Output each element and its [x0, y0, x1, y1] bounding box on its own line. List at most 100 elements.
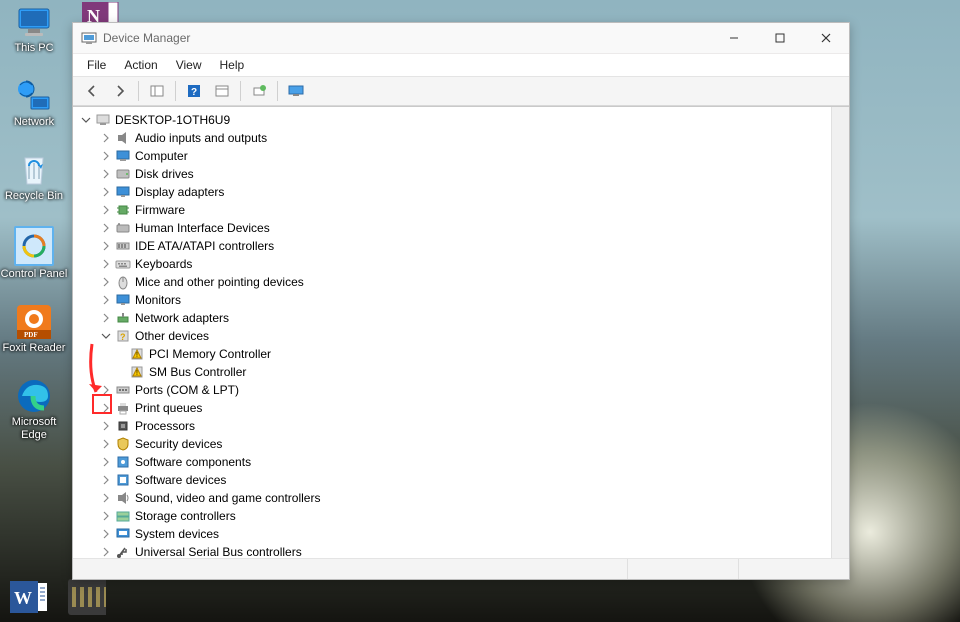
tree-category[interactable]: Software components — [79, 453, 849, 471]
desktop-icon-control-panel[interactable]: Control Panel — [0, 226, 68, 280]
monitor-button[interactable] — [283, 79, 309, 103]
minimize-button[interactable] — [711, 23, 757, 53]
statusbar-cell — [738, 559, 849, 579]
mouse-icon — [115, 274, 131, 290]
expand-icon[interactable] — [99, 473, 113, 487]
desktop-icon-recycle-bin[interactable]: Recycle Bin — [0, 152, 68, 202]
device-manager-window: Device Manager File Action View Help — [72, 22, 850, 580]
tree-device[interactable]: !SM Bus Controller — [79, 363, 849, 381]
tree-category-label: Storage controllers — [135, 509, 236, 523]
expand-icon[interactable] — [99, 293, 113, 307]
scrollbar[interactable] — [831, 107, 849, 558]
desktop-icon-label: This PC — [14, 42, 53, 54]
titlebar[interactable]: Device Manager — [73, 23, 849, 54]
statusbar-cell — [627, 559, 738, 579]
tree-category[interactable]: Firmware — [79, 201, 849, 219]
desktop-icon-foxit[interactable]: PDF Foxit Reader — [0, 304, 68, 354]
maximize-button[interactable] — [757, 23, 803, 53]
monitor-icon — [16, 4, 52, 40]
tree-category[interactable]: Print queues — [79, 399, 849, 417]
tree-category-label: Sound, video and game controllers — [135, 491, 320, 505]
tree-category-label: Ports (COM & LPT) — [135, 383, 239, 397]
help-button[interactable]: ? — [181, 79, 207, 103]
tree-device[interactable]: !PCI Memory Controller — [79, 345, 849, 363]
expand-icon[interactable] — [99, 491, 113, 505]
svg-text:PDF: PDF — [24, 331, 38, 339]
expand-icon[interactable] — [99, 419, 113, 433]
expand-icon[interactable] — [99, 149, 113, 163]
tree-category[interactable]: Storage controllers — [79, 507, 849, 525]
wot-icon[interactable] — [68, 578, 106, 616]
desktop-icon-network[interactable]: Network — [0, 78, 68, 128]
tree-root[interactable]: DESKTOP-1OTH6U9 — [79, 111, 849, 129]
tree-category-label: Audio inputs and outputs — [135, 131, 267, 145]
expand-icon[interactable] — [99, 167, 113, 181]
desktop-icon-edge[interactable]: Microsoft Edge — [0, 378, 68, 440]
menu-view[interactable]: View — [168, 56, 210, 74]
tree-category[interactable]: Display adapters — [79, 183, 849, 201]
tree-category[interactable]: Universal Serial Bus controllers — [79, 543, 849, 558]
svg-text:W: W — [14, 588, 32, 608]
tree-category[interactable]: Network adapters — [79, 309, 849, 327]
expand-icon[interactable] — [99, 131, 113, 145]
expand-icon[interactable] — [99, 383, 113, 397]
expand-icon[interactable] — [99, 437, 113, 451]
tree-category[interactable]: Human Interface Devices — [79, 219, 849, 237]
tree-category[interactable]: ?Other devices — [79, 327, 849, 345]
expand-icon[interactable] — [99, 221, 113, 235]
sound-icon — [115, 490, 131, 506]
tree-category[interactable]: IDE ATA/ATAPI controllers — [79, 237, 849, 255]
expand-icon[interactable] — [99, 527, 113, 541]
tree-category[interactable]: Computer — [79, 147, 849, 165]
device-tree[interactable]: DESKTOP-1OTH6U9 Audio inputs and outputs C… — [73, 107, 849, 558]
tree-category[interactable]: Processors — [79, 417, 849, 435]
expand-icon[interactable] — [99, 455, 113, 469]
tree-category[interactable]: Keyboards — [79, 255, 849, 273]
tree-device-label: PCI Memory Controller — [149, 347, 271, 361]
expand-icon[interactable] — [99, 185, 113, 199]
expand-icon[interactable] — [99, 545, 113, 558]
tree-category-label: Disk drives — [135, 167, 194, 181]
expand-icon[interactable] — [99, 509, 113, 523]
desktop-icon-label: Foxit Reader — [3, 342, 66, 354]
tree-device-label: SM Bus Controller — [149, 365, 246, 379]
menu-help[interactable]: Help — [212, 56, 253, 74]
collapse-icon[interactable] — [99, 329, 113, 343]
expand-icon[interactable] — [99, 257, 113, 271]
tree-category[interactable]: Ports (COM & LPT) — [79, 381, 849, 399]
expand-icon[interactable] — [99, 275, 113, 289]
tree-category[interactable]: Sound, video and game controllers — [79, 489, 849, 507]
back-button[interactable] — [79, 79, 105, 103]
show-hide-tree-button[interactable] — [144, 79, 170, 103]
forward-button[interactable] — [107, 79, 133, 103]
toolbar-separator — [175, 81, 176, 101]
tree-category[interactable]: Software devices — [79, 471, 849, 489]
computer-icon — [95, 112, 111, 128]
edge-icon — [16, 378, 52, 414]
tree-category[interactable]: Disk drives — [79, 165, 849, 183]
properties-button[interactable] — [209, 79, 235, 103]
cpu-icon — [115, 418, 131, 434]
toolbar-separator — [277, 81, 278, 101]
expand-icon[interactable] — [99, 239, 113, 253]
tree-category[interactable]: Audio inputs and outputs — [79, 129, 849, 147]
scan-hardware-button[interactable] — [246, 79, 272, 103]
tree-category[interactable]: Security devices — [79, 435, 849, 453]
expand-icon[interactable] — [99, 203, 113, 217]
menu-file[interactable]: File — [79, 56, 114, 74]
usb-icon — [115, 544, 131, 558]
expand-icon[interactable] — [99, 311, 113, 325]
tree-category[interactable]: Monitors — [79, 291, 849, 309]
menu-action[interactable]: Action — [116, 56, 165, 74]
foxit-icon: PDF — [16, 304, 52, 340]
tree-category[interactable]: Mice and other pointing devices — [79, 273, 849, 291]
close-button[interactable] — [803, 23, 849, 53]
word-icon[interactable]: W — [10, 578, 48, 616]
desktop-icons-column: This PC Network Recycle Bin Control Pane… — [0, 0, 68, 441]
tree-category-label: Monitors — [135, 293, 181, 307]
desktop-icon-this-pc[interactable]: This PC — [0, 4, 68, 54]
tree-category[interactable]: System devices — [79, 525, 849, 543]
collapse-icon[interactable] — [79, 113, 93, 127]
expand-icon[interactable] — [99, 401, 113, 415]
swdev-icon — [115, 472, 131, 488]
